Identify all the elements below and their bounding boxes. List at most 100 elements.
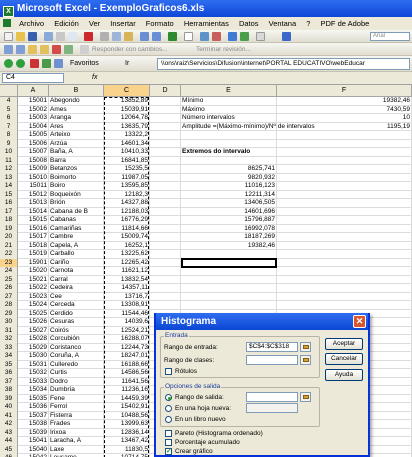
row-header[interactable]: 36: [0, 369, 18, 378]
save-icon[interactable]: [28, 32, 37, 41]
cell-d[interactable]: [150, 105, 181, 114]
comment-icon[interactable]: [28, 45, 37, 54]
stop-icon[interactable]: [30, 59, 39, 68]
input-range-collapse-button[interactable]: [300, 342, 311, 352]
cell-b[interactable]: Cerceda: [49, 301, 104, 310]
row-header[interactable]: 45: [0, 445, 18, 454]
zoom-icon[interactable]: [256, 32, 265, 41]
cell-f[interactable]: [277, 156, 412, 165]
cell-f[interactable]: [277, 275, 412, 284]
row-header[interactable]: 17: [0, 207, 18, 216]
cell-b[interactable]: Dodro: [49, 377, 104, 386]
row-header[interactable]: 4: [0, 97, 18, 106]
cell-b[interactable]: Laxe: [49, 445, 104, 454]
cell-a[interactable]: 15019: [18, 250, 49, 259]
row-header[interactable]: 23: [0, 258, 18, 267]
cell-a[interactable]: 15041: [18, 437, 49, 446]
cell-f[interactable]: [277, 292, 412, 301]
column-header-f[interactable]: F: [277, 85, 412, 97]
cell-e[interactable]: [181, 156, 277, 165]
track-changes-icon[interactable]: [64, 45, 73, 54]
cell-e[interactable]: [181, 275, 277, 284]
cell-b[interactable]: Dumbría: [49, 386, 104, 395]
row-header[interactable]: 33: [0, 343, 18, 352]
cell-b[interactable]: Arzúa: [49, 139, 104, 148]
cell-e[interactable]: Mínimo: [181, 97, 277, 106]
review-icon-2[interactable]: [16, 45, 25, 54]
row-header[interactable]: 43: [0, 428, 18, 437]
cell-e[interactable]: 13406,505: [181, 199, 277, 208]
cell-d[interactable]: [150, 139, 181, 148]
cell-f[interactable]: [277, 250, 412, 259]
cell-b[interactable]: Baña, A: [49, 148, 104, 157]
cell-a[interactable]: 15039: [18, 428, 49, 437]
address-input[interactable]: \\ons\raiz\Servicios\Difusion\internet\P…: [157, 58, 410, 70]
cell-a[interactable]: 15024: [18, 301, 49, 310]
cell-f[interactable]: [277, 148, 412, 157]
research-icon[interactable]: [84, 32, 93, 41]
row-header[interactable]: 28: [0, 301, 18, 310]
cell-b[interactable]: Coristanco: [49, 343, 104, 352]
menu-help[interactable]: ?: [302, 17, 314, 30]
cell-a[interactable]: 15016: [18, 224, 49, 233]
cell-d[interactable]: [150, 292, 181, 301]
cell-d[interactable]: [150, 173, 181, 182]
cancel-button[interactable]: Cancelar: [325, 353, 363, 365]
menu-archivo[interactable]: Archivo: [15, 17, 48, 30]
cell-b[interactable]: Frades: [49, 420, 104, 429]
row-header[interactable]: 25: [0, 275, 18, 284]
create-chart-checkbox[interactable]: [165, 447, 172, 455]
row-header[interactable]: 44: [0, 437, 18, 446]
cell-a[interactable]: 15038: [18, 420, 49, 429]
end-review-button[interactable]: Terminar revisión...: [196, 45, 251, 54]
cell-b[interactable]: Ares: [49, 122, 104, 131]
cell-b[interactable]: Cesuras: [49, 318, 104, 327]
output-range-radio[interactable]: [165, 394, 172, 401]
cell-e[interactable]: 16992,078: [181, 224, 277, 233]
print-preview-icon[interactable]: [68, 32, 77, 41]
reply-changes-button[interactable]: Responder con cambios...: [92, 45, 168, 54]
row-header[interactable]: 12: [0, 165, 18, 174]
refresh-icon[interactable]: [42, 59, 51, 68]
cell-b[interactable]: Abegondo: [49, 97, 104, 106]
chart-wizard-icon[interactable]: [228, 32, 237, 41]
cell-b[interactable]: Boiro: [49, 182, 104, 191]
cut-icon[interactable]: [100, 32, 109, 41]
row-header[interactable]: 15: [0, 190, 18, 199]
cell-f[interactable]: [277, 207, 412, 216]
cell-b[interactable]: Capela, A: [49, 241, 104, 250]
cell-d[interactable]: [150, 267, 181, 276]
cell-a[interactable]: 15008: [18, 156, 49, 165]
cell-f[interactable]: [277, 199, 412, 208]
cell-a[interactable]: 15034: [18, 386, 49, 395]
new-book-radio[interactable]: [165, 416, 172, 423]
row-header[interactable]: 34: [0, 352, 18, 361]
cell-b[interactable]: Barra: [49, 156, 104, 165]
cell-a[interactable]: 15040: [18, 445, 49, 454]
cell-d[interactable]: [150, 216, 181, 225]
cell-e[interactable]: Número intervalos: [181, 114, 277, 123]
drawing-icon[interactable]: [240, 32, 249, 41]
cell-a[interactable]: 15015: [18, 216, 49, 225]
cell-e[interactable]: Amplitude =(Máximo-mínimo)/Nº de interva…: [181, 122, 315, 131]
cell-f[interactable]: [277, 216, 412, 225]
cell-b[interactable]: Betanzos: [49, 165, 104, 174]
cell-d[interactable]: [150, 207, 181, 216]
cell-f[interactable]: [277, 224, 412, 233]
cell-a[interactable]: 15010: [18, 173, 49, 182]
cell-b[interactable]: Boimorto: [49, 173, 104, 182]
cell-d[interactable]: [150, 190, 181, 199]
cell-f[interactable]: 10: [277, 114, 412, 123]
row-header[interactable]: 11: [0, 156, 18, 165]
cell-d[interactable]: [150, 182, 181, 191]
close-icon[interactable]: ✕: [353, 315, 366, 328]
cell-f[interactable]: [277, 139, 412, 148]
redo-icon[interactable]: [152, 32, 161, 41]
row-header[interactable]: 30: [0, 318, 18, 327]
cell-b[interactable]: Coruña, A: [49, 352, 104, 361]
labels-checkbox[interactable]: [165, 368, 172, 375]
home-icon[interactable]: [54, 59, 63, 68]
cell-a[interactable]: 15020: [18, 267, 49, 276]
forward-icon[interactable]: [16, 59, 25, 68]
cell-a[interactable]: 15014: [18, 207, 49, 216]
